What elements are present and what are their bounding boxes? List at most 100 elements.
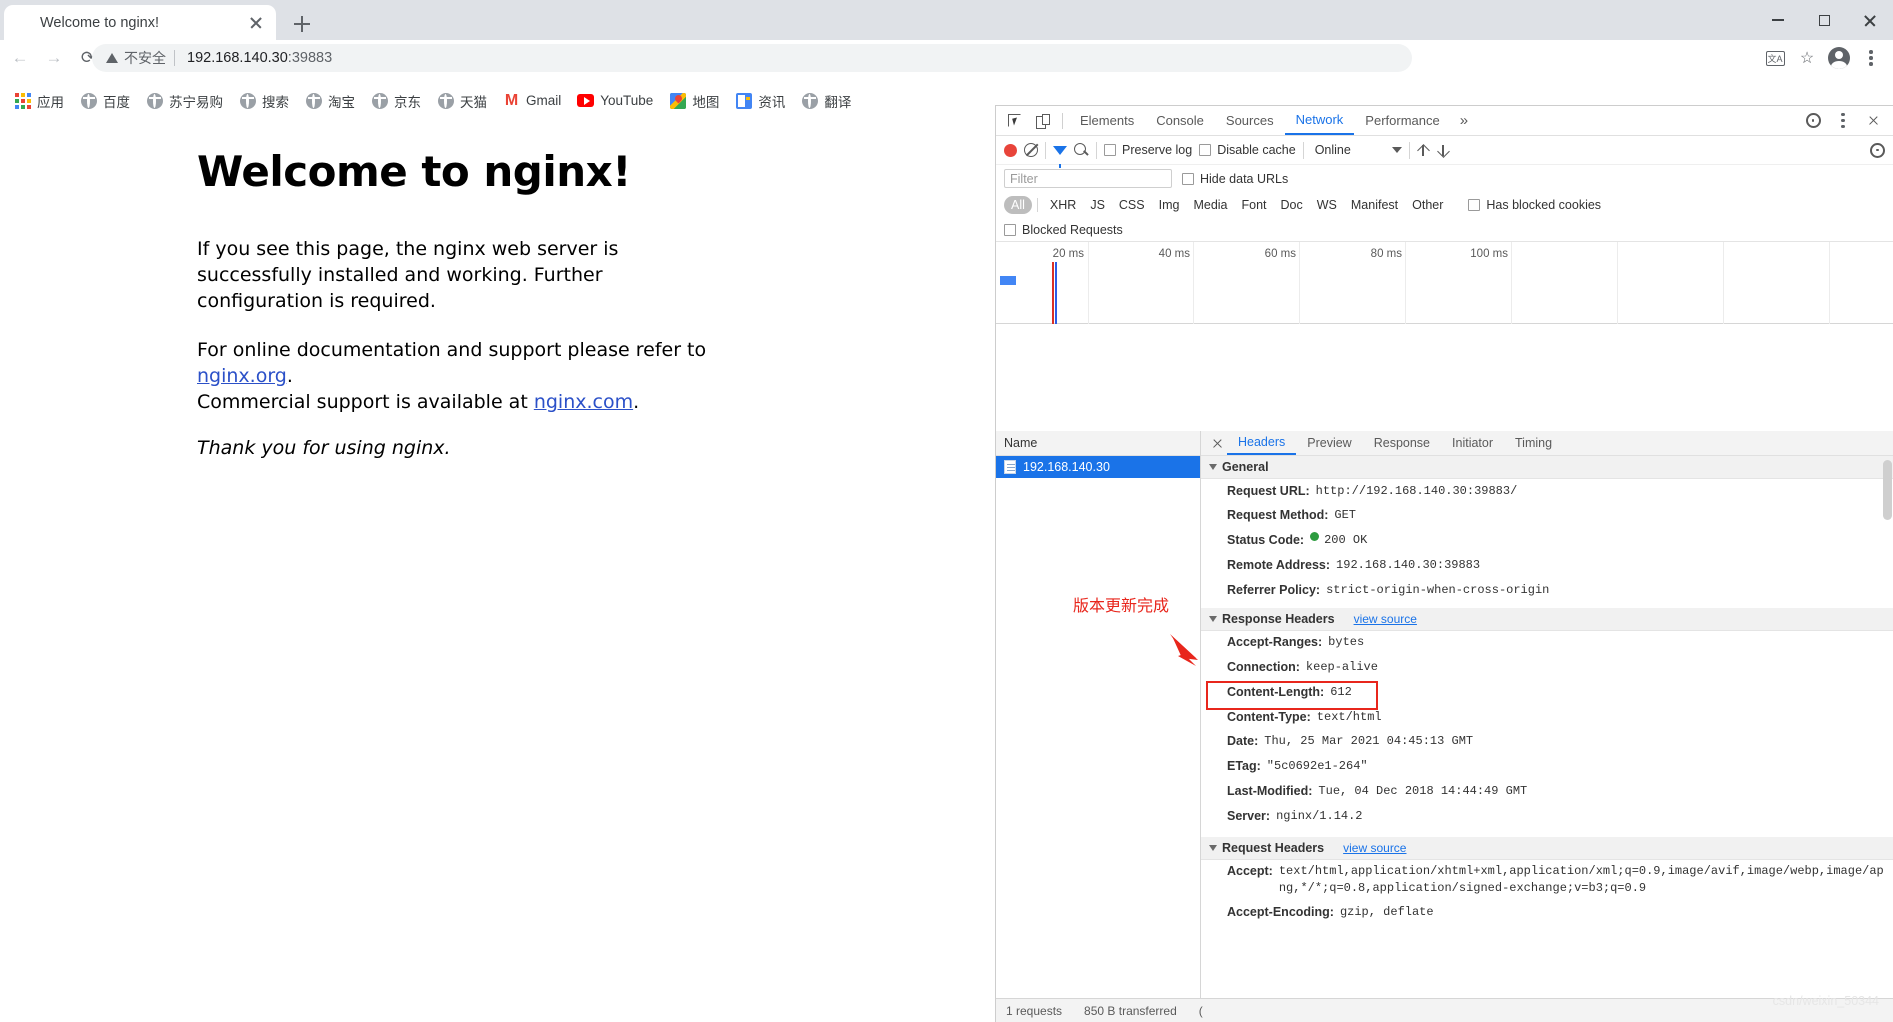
bookmark-gmail[interactable]: M Gmail [495, 87, 569, 115]
tab-console[interactable]: Console [1145, 106, 1215, 135]
filter-funnel-icon[interactable] [1053, 145, 1067, 168]
bookmark-taobao[interactable]: 淘宝 [297, 87, 363, 115]
timeline-tick-label: 100 ms [1470, 248, 1508, 260]
close-icon[interactable] [246, 13, 266, 33]
bookmark-star-icon[interactable]: ☆ [1793, 44, 1821, 72]
throttling-select[interactable]: Online [1315, 143, 1402, 157]
bookmark-jd[interactable]: 京东 [363, 87, 429, 115]
gear-icon[interactable] [1799, 108, 1827, 134]
header-row: Request Method: GET [1201, 504, 1893, 529]
search-icon[interactable] [1074, 142, 1089, 158]
bookmark-translate[interactable]: 翻译 [793, 87, 859, 115]
bookmark-suning[interactable]: 苏宁易购 [138, 87, 231, 115]
scrollbar[interactable] [1883, 460, 1892, 520]
section-title: Response Headers [1222, 611, 1335, 626]
export-har-icon[interactable] [1437, 144, 1450, 157]
header-row: Last-Modified: Tue, 04 Dec 2018 14:44:49 … [1201, 779, 1893, 804]
bookmark-youtube[interactable]: YouTube [569, 87, 661, 115]
thanks-text: Thank you for using nginx. [197, 437, 451, 460]
type-filter-img[interactable]: Img [1152, 196, 1187, 214]
bookmark-maps[interactable]: 地图 [661, 87, 727, 115]
has-blocked-cookies-checkbox[interactable]: Has blocked cookies [1468, 198, 1601, 212]
tab-preview[interactable]: Preview [1296, 431, 1362, 455]
header-value: Thu, 25 Mar 2021 04:45:13 GMT [1264, 734, 1474, 749]
nginx-com-link[interactable]: nginx.com [534, 391, 633, 413]
status-ok-indicator [1310, 532, 1320, 541]
type-filter-media[interactable]: Media [1186, 196, 1234, 214]
table-row[interactable]: 192.168.140.30 [996, 456, 1200, 478]
type-filter-other[interactable]: Other [1405, 196, 1450, 214]
tab-network[interactable]: Network [1284, 106, 1355, 135]
new-tab-button[interactable] [288, 10, 316, 38]
type-filter-manifest[interactable]: Manifest [1344, 196, 1405, 214]
bookmark-news[interactable]: 资讯 [727, 87, 793, 115]
tab-response[interactable]: Response [1363, 431, 1441, 455]
tab-elements[interactable]: Elements [1069, 106, 1145, 135]
header-row: Accept-Ranges: bytes [1201, 631, 1893, 656]
nginx-welcome-content: Welcome to nginx! If you see this page, … [0, 125, 720, 459]
window-close-button[interactable] [1847, 0, 1893, 40]
view-source-link[interactable]: view source [1354, 612, 1417, 626]
network-timeline-overview[interactable]: 20 ms 40 ms 60 ms 80 ms 100 ms [996, 242, 1893, 324]
bookmark-apps[interactable]: 应用 [6, 87, 72, 115]
hide-data-urls-checkbox[interactable]: Hide data URLs [1182, 172, 1288, 186]
section-title: General [1222, 460, 1269, 474]
tab-initiator[interactable]: Initiator [1441, 431, 1504, 455]
record-button[interactable] [1004, 143, 1017, 157]
view-source-link[interactable]: view source [1343, 841, 1406, 855]
section-general[interactable]: General [1201, 456, 1893, 479]
type-filter-css[interactable]: CSS [1112, 196, 1152, 214]
section-request-headers[interactable]: Request Headers view source [1201, 836, 1893, 860]
divider [1302, 141, 1304, 159]
tab-headers[interactable]: Headers [1227, 431, 1297, 455]
nginx-org-link[interactable]: nginx.org [197, 365, 287, 387]
commercial-text: Commercial support is available at [197, 391, 534, 414]
type-filter-xhr[interactable]: XHR [1043, 196, 1083, 214]
type-filter-ws[interactable]: WS [1310, 196, 1344, 214]
inspect-element-icon[interactable] [1000, 108, 1028, 134]
header-key: Request URL: [1227, 483, 1310, 498]
tab-timing[interactable]: Timing [1504, 431, 1563, 455]
type-filter-all[interactable]: All [1004, 196, 1032, 214]
header-value: Tue, 04 Dec 2018 14:44:49 GMT [1318, 783, 1528, 798]
header-row: ETag: "5c0692e1-264" [1201, 755, 1893, 780]
type-filter-js[interactable]: JS [1083, 196, 1112, 214]
devtools-close-icon[interactable] [1859, 108, 1887, 134]
blocked-requests-checkbox[interactable]: Blocked Requests [1004, 223, 1123, 237]
more-tabs-icon[interactable]: » [1451, 112, 1477, 129]
minimize-button[interactable] [1755, 0, 1801, 40]
section-response-headers[interactable]: Response Headers view source [1201, 607, 1893, 631]
globe-icon [239, 92, 256, 109]
import-har-icon[interactable] [1417, 144, 1430, 157]
preserve-log-checkbox[interactable]: Preserve log [1104, 143, 1192, 157]
maximize-button[interactable] [1801, 0, 1847, 40]
tab-performance[interactable]: Performance [1354, 106, 1450, 135]
bookmark-search[interactable]: 搜索 [231, 87, 297, 115]
profile-avatar-icon[interactable] [1825, 44, 1853, 72]
forward-icon[interactable]: → [40, 44, 68, 72]
tab-sources[interactable]: Sources [1215, 106, 1285, 135]
close-detail-icon[interactable] [1207, 433, 1227, 453]
back-icon[interactable]: ← [6, 44, 34, 72]
type-filter-font[interactable]: Font [1235, 196, 1274, 214]
globe-icon [80, 92, 97, 109]
type-filter-doc[interactable]: Doc [1274, 196, 1310, 214]
menu-kebab-icon[interactable] [1857, 44, 1885, 72]
translate-icon[interactable]: 文A [1761, 44, 1789, 72]
bookmark-baidu[interactable]: 百度 [72, 87, 138, 115]
divider [1062, 112, 1063, 129]
browser-tab[interactable]: Welcome to nginx! [4, 5, 276, 40]
disable-cache-checkbox[interactable]: Disable cache [1199, 143, 1296, 157]
bookmark-tmall[interactable]: 天猫 [429, 87, 495, 115]
header-value: 200 OK [1324, 533, 1368, 547]
timeline-tick-label: 80 ms [1370, 248, 1402, 260]
menu-kebab-icon[interactable] [1829, 108, 1857, 134]
page-title: Welcome to nginx! [197, 147, 631, 196]
filter-input[interactable]: Filter [1004, 169, 1172, 188]
clear-icon[interactable] [1024, 143, 1038, 157]
header-value: text/html,application/xhtml+xml,applicat… [1278, 864, 1884, 896]
device-toolbar-icon[interactable] [1028, 108, 1056, 134]
address-bar[interactable]: 不安全 192.168.140.30:39883 [92, 44, 1412, 72]
network-settings-icon[interactable] [1870, 142, 1885, 158]
timeline-tick-label: 20 ms [1052, 248, 1084, 260]
